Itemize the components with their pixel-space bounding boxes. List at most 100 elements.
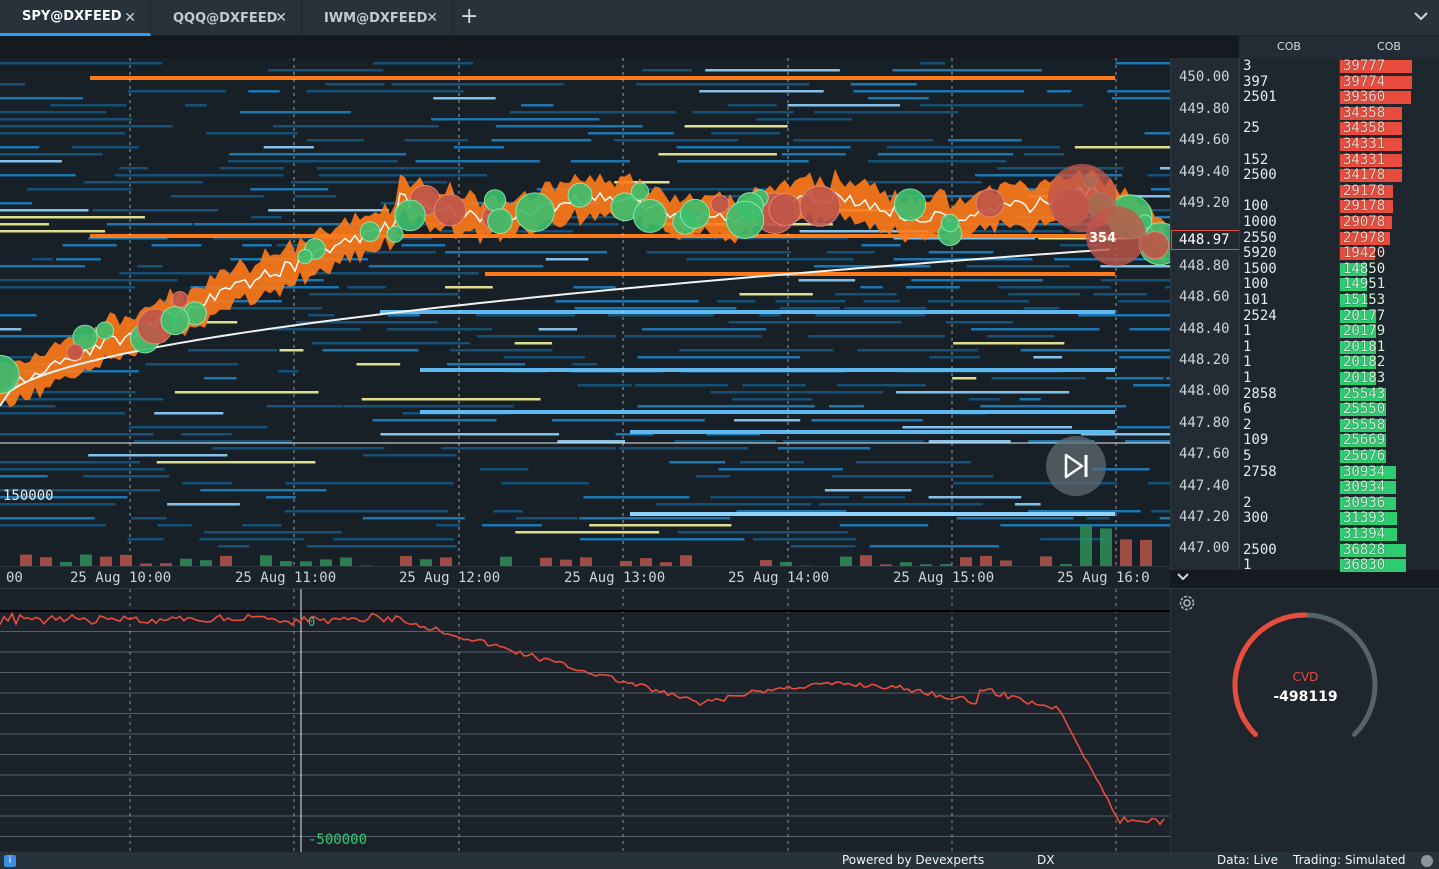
liquidity-bar	[896, 391, 1070, 394]
tab-spy[interactable]: SPY@DXFEED ✕	[0, 0, 151, 36]
cob-left-row: 2	[1240, 417, 1340, 433]
cob-left-row: 1	[1240, 323, 1340, 339]
cob-left-value: 1500	[1243, 260, 1277, 277]
liquidity-bar	[1023, 307, 1060, 310]
liquidity-bar	[857, 349, 978, 352]
cob-left-row: 109	[1240, 432, 1340, 448]
liquidity-bar	[0, 216, 145, 219]
cob-ask-row: 34178	[1340, 167, 1439, 183]
liquidity-bar	[387, 328, 492, 331]
dx-label: DX	[1037, 853, 1055, 867]
price-label: 448.20	[1179, 352, 1230, 368]
liquidity-bar	[0, 132, 126, 135]
chevron-down-icon[interactable]	[1413, 8, 1429, 24]
cvd-chart[interactable]: 0 -500000	[0, 588, 1170, 853]
order-book-heatmap[interactable]: 150000 354	[0, 58, 1170, 570]
liquidity-bar	[779, 307, 840, 310]
price-label: 447.20	[1179, 509, 1230, 525]
liquidity-bar	[787, 104, 901, 107]
chevron-down-icon[interactable]	[1176, 571, 1190, 583]
cvd-zero-label: 0	[308, 615, 316, 629]
liquidity-bar	[226, 307, 322, 310]
cob-depth-value: 34178	[1343, 167, 1386, 184]
liquidity-bar	[863, 300, 900, 303]
liquidity-bar	[0, 97, 84, 100]
connection-status-dot	[1421, 855, 1433, 867]
liquidity-bar	[441, 447, 616, 450]
liquidity-bar	[308, 314, 335, 317]
liquidity-bar	[0, 468, 165, 471]
close-icon[interactable]: ✕	[426, 10, 438, 26]
info-icon[interactable]: i	[4, 855, 16, 867]
cob-depth-value: 19420	[1343, 245, 1386, 262]
liquidity-bar	[684, 125, 788, 128]
liquidity-bar	[475, 314, 575, 317]
liquidity-bar	[953, 342, 1065, 345]
liquidity-bar	[781, 153, 846, 156]
cob-ask-row: 29078	[1340, 214, 1439, 230]
cob-left-row: 25	[1240, 120, 1340, 136]
liquidity-bar	[248, 90, 280, 93]
cob-ask-row: 39777	[1340, 58, 1439, 74]
buy-bubble	[487, 208, 513, 234]
liquidity-bar	[674, 440, 776, 443]
liquidity-bar	[734, 419, 801, 422]
cob-bid-row: 31394	[1340, 526, 1439, 542]
close-icon[interactable]: ✕	[124, 10, 136, 26]
tab-qqq[interactable]: QQQ@DXFEED ✕	[151, 0, 302, 36]
liquidity-bar	[753, 538, 857, 541]
buy-bubble	[394, 199, 426, 232]
cob-left-row	[1240, 105, 1340, 121]
liquidity-bar	[1107, 90, 1170, 93]
plus-icon[interactable]: +	[460, 4, 478, 29]
liquidity-bar	[0, 223, 49, 226]
liquidity-bar	[267, 69, 384, 72]
liquidity-bar	[56, 258, 101, 261]
liquidity-bar	[263, 146, 314, 149]
liquidity-bar	[869, 545, 1000, 548]
liquidity-bar	[579, 538, 745, 541]
liquidity-bar	[860, 286, 883, 289]
liquidity-bar	[831, 475, 994, 478]
liquidity-bar	[1150, 188, 1170, 191]
liquidity-level	[420, 410, 1115, 414]
cob-left-column: 3 397 2501 25 152 2500 100 1000 2550 5920 1500 100 1…	[1239, 58, 1340, 573]
price-label: 447.00	[1179, 540, 1230, 556]
liquidity-bar	[557, 440, 626, 443]
heatmap-canvas[interactable]	[0, 58, 1170, 570]
liquidity-bar	[717, 300, 756, 303]
liquidity-bar	[228, 160, 398, 163]
cob-depth-value: 25543	[1343, 385, 1386, 402]
liquidity-bar	[828, 405, 864, 408]
cob-depth-value: 39777	[1343, 58, 1386, 74]
buy-bubble	[515, 192, 555, 232]
liquidity-bar	[445, 286, 493, 289]
liquidity-level	[90, 76, 1115, 80]
close-icon[interactable]: ✕	[275, 10, 287, 26]
replay-button[interactable]	[1046, 436, 1106, 496]
liquidity-bar	[0, 146, 40, 149]
liquidity-bar	[83, 181, 203, 184]
liquidity-bar	[676, 146, 851, 149]
liquidity-bar	[705, 69, 840, 72]
liquidity-bar	[1093, 293, 1148, 296]
liquidity-bar	[0, 83, 26, 86]
buy-bubble	[297, 249, 313, 265]
cob-depth-value: 30934	[1343, 463, 1386, 480]
sell-bubble	[171, 291, 189, 309]
liquidity-bar	[62, 244, 117, 247]
cvd-line-canvas	[0, 589, 1170, 853]
liquidity-bar	[835, 293, 897, 296]
liquidity-bar	[0, 279, 178, 282]
tab-iwm[interactable]: IWM@DXFEED ✕	[302, 0, 453, 36]
cob-bid-row: 36828	[1340, 542, 1439, 558]
liquidity-bar	[306, 545, 457, 548]
liquidity-levels	[90, 76, 1115, 516]
cob-left-value: 2550	[1243, 229, 1277, 246]
cob-left-row: 5	[1240, 448, 1340, 464]
liquidity-bar	[1040, 538, 1109, 541]
liquidity-bar	[495, 125, 643, 128]
liquidity-bar	[501, 482, 589, 485]
liquidity-bar	[1147, 482, 1170, 485]
cob-left-row: 2524	[1240, 308, 1340, 324]
